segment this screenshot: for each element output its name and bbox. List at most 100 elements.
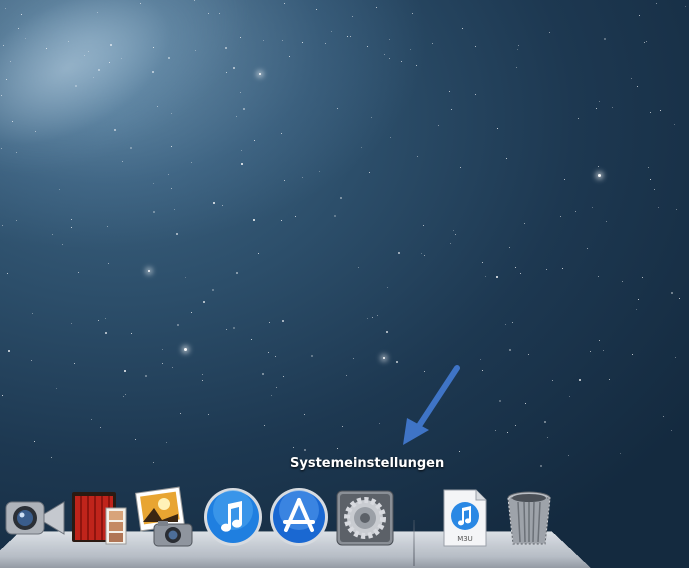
star xyxy=(639,15,640,16)
star xyxy=(275,356,276,357)
star xyxy=(185,277,186,278)
star xyxy=(679,298,680,299)
dock-item-iphoto[interactable] xyxy=(134,486,196,548)
star xyxy=(646,41,647,42)
dock-item-m3u-file[interactable]: M3U xyxy=(432,486,494,548)
star xyxy=(18,28,19,29)
star xyxy=(599,340,600,341)
star xyxy=(685,6,686,7)
star xyxy=(124,370,126,372)
star xyxy=(675,357,676,358)
star xyxy=(495,430,496,431)
star xyxy=(284,3,285,4)
star xyxy=(482,262,483,263)
star xyxy=(282,320,284,322)
star xyxy=(271,395,272,396)
star xyxy=(88,51,89,52)
star xyxy=(2,395,3,396)
star xyxy=(389,58,390,59)
star xyxy=(263,40,264,41)
star xyxy=(671,292,673,294)
star xyxy=(398,252,400,254)
m3u-file-label: M3U xyxy=(457,535,473,543)
star xyxy=(371,117,372,118)
star xyxy=(304,414,305,415)
star xyxy=(660,110,661,111)
dock-item-system-preferences[interactable] xyxy=(334,486,396,548)
star xyxy=(168,174,169,175)
star xyxy=(114,129,116,131)
star xyxy=(496,276,498,278)
star xyxy=(460,167,461,168)
star xyxy=(379,423,380,424)
star xyxy=(642,277,643,278)
star xyxy=(383,357,385,359)
star xyxy=(276,387,277,388)
star xyxy=(598,166,599,167)
star xyxy=(121,58,122,59)
star xyxy=(560,216,561,217)
star xyxy=(638,299,639,300)
star xyxy=(125,394,126,395)
star xyxy=(226,72,227,73)
star xyxy=(122,161,123,162)
star xyxy=(162,363,163,364)
star xyxy=(233,327,235,329)
star xyxy=(6,79,7,80)
star xyxy=(219,13,220,14)
star xyxy=(195,50,196,51)
star xyxy=(153,183,154,184)
star xyxy=(482,370,483,371)
star xyxy=(91,419,92,420)
star xyxy=(316,9,317,10)
star xyxy=(212,289,214,291)
star xyxy=(110,44,112,46)
star xyxy=(485,276,486,277)
star xyxy=(71,227,72,228)
star xyxy=(352,16,353,17)
dock-tooltip: Systemeinstellungen xyxy=(290,456,445,471)
star xyxy=(241,163,243,165)
star xyxy=(499,400,501,402)
star xyxy=(421,253,422,254)
desktop: Systemeinstellungen M3U xyxy=(0,0,689,568)
star xyxy=(622,281,623,282)
photo-booth-icon xyxy=(72,492,127,545)
star xyxy=(507,432,508,433)
star xyxy=(509,349,511,351)
star xyxy=(599,101,600,102)
star xyxy=(84,55,85,56)
itunes-icon xyxy=(204,488,262,546)
dock-item-app-store[interactable] xyxy=(268,486,330,548)
star xyxy=(16,220,17,221)
star xyxy=(71,323,72,324)
dock-item-itunes[interactable] xyxy=(202,486,264,548)
pointer-arrow-icon xyxy=(403,365,460,445)
star xyxy=(480,359,481,360)
star xyxy=(562,268,563,269)
star xyxy=(34,441,35,442)
star xyxy=(525,403,526,404)
dock-item-trash[interactable] xyxy=(498,486,560,548)
star xyxy=(74,363,75,364)
star xyxy=(171,113,172,114)
star xyxy=(153,47,154,48)
star xyxy=(241,150,242,151)
star xyxy=(505,324,506,325)
dock-item-facetime[interactable] xyxy=(4,486,66,548)
star xyxy=(423,225,424,226)
star xyxy=(7,273,8,274)
star xyxy=(353,358,354,359)
star xyxy=(656,3,657,4)
star xyxy=(450,243,451,244)
star xyxy=(25,38,26,39)
star xyxy=(424,255,425,256)
star xyxy=(515,425,516,426)
star xyxy=(620,453,621,454)
star xyxy=(289,56,290,57)
star xyxy=(162,349,163,350)
dock-item-photo-booth[interactable] xyxy=(68,486,130,548)
star xyxy=(59,189,60,190)
star xyxy=(367,318,368,319)
app-store-icon xyxy=(270,488,328,546)
